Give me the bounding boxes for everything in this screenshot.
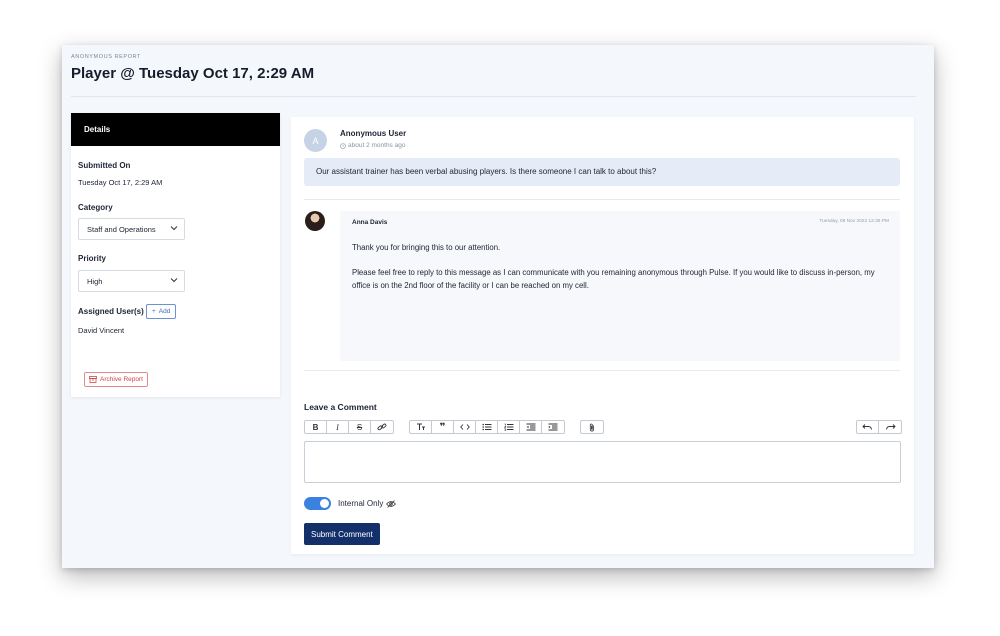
header-divider xyxy=(71,96,916,97)
redo-icon[interactable] xyxy=(879,421,901,433)
thread-divider xyxy=(304,199,900,200)
reply-avatar xyxy=(305,211,325,231)
details-panel: Details Submitted On Tuesday Oct 17, 2:2… xyxy=(71,113,280,397)
italic-icon[interactable]: I xyxy=(327,421,349,433)
indent-icon[interactable] xyxy=(542,421,564,433)
chevron-down-icon xyxy=(170,224,178,232)
format-group: B I S xyxy=(304,420,394,434)
priority-value: High xyxy=(87,277,103,286)
attach-group xyxy=(580,420,604,434)
reply-card: Anna Davis Tuesday, 08 Nov 2022 12:35 PM… xyxy=(340,211,900,361)
reply-paragraph: Please feel free to reply to this messag… xyxy=(352,268,875,290)
eye-off-icon xyxy=(386,499,397,508)
archive-report-label: Archive Report xyxy=(100,376,143,383)
internal-only-toggle[interactable] xyxy=(304,497,331,510)
report-window: ANONYMOUS REPORT Player @ Tuesday Oct 17… xyxy=(62,45,934,568)
internal-only-text: Internal Only xyxy=(338,499,384,508)
heading-icon[interactable] xyxy=(410,421,432,433)
outdent-icon[interactable] xyxy=(520,421,542,433)
submitted-on-value: Tuesday Oct 17, 2:29 AM xyxy=(78,178,163,187)
archive-icon xyxy=(89,376,97,383)
message-bubble: Our assistant trainer has been verbal ab… xyxy=(304,158,900,186)
comment-editor[interactable] xyxy=(304,441,901,483)
thread-panel: A Anonymous User about 2 months ago Our … xyxy=(291,117,914,554)
block-group: ❞ xyxy=(409,420,565,434)
paperclip-icon[interactable] xyxy=(581,421,603,433)
report-type-eyebrow: ANONYMOUS REPORT xyxy=(71,54,142,60)
submit-comment-button[interactable]: Submit Comment xyxy=(304,523,380,545)
history-group xyxy=(856,420,902,434)
submitted-on-label: Submitted On xyxy=(78,161,131,170)
plus-icon: + xyxy=(152,308,156,315)
message-time: about 2 months ago xyxy=(340,142,405,149)
link-icon[interactable] xyxy=(371,421,393,433)
strikethrough-icon[interactable]: S xyxy=(349,421,371,433)
page-title: Player @ Tuesday Oct 17, 2:29 AM xyxy=(71,65,315,82)
bullet-list-icon[interactable] xyxy=(476,421,498,433)
details-tab[interactable]: Details xyxy=(71,113,280,146)
quote-icon[interactable]: ❞ xyxy=(432,421,454,433)
code-icon[interactable] xyxy=(454,421,476,433)
priority-label: Priority xyxy=(78,254,107,263)
add-user-button[interactable]: + Add xyxy=(146,304,177,319)
internal-only-label: Internal Only xyxy=(338,499,397,508)
numbered-list-icon[interactable] xyxy=(498,421,520,433)
comment-divider xyxy=(304,370,900,371)
toggle-knob xyxy=(320,499,329,508)
assigned-users-label: Assigned User(s) xyxy=(78,307,144,316)
reply-author: Anna Davis xyxy=(352,219,388,226)
message-time-text: about 2 months ago xyxy=(348,142,406,149)
reply-date: Tuesday, 08 Nov 2022 12:35 PM xyxy=(819,219,889,224)
message-author: Anonymous User xyxy=(340,129,407,138)
chevron-down-icon xyxy=(170,276,178,284)
bold-icon[interactable]: B xyxy=(305,421,327,433)
editor-toolbar: B I S ❞ xyxy=(304,420,619,434)
priority-select[interactable]: High xyxy=(78,270,185,292)
leave-comment-title: Leave a Comment xyxy=(304,402,377,412)
assigned-user-name: David Vincent xyxy=(78,326,125,335)
history-toolbar xyxy=(856,420,902,434)
reply-paragraph: Thank you for bringing this to our atten… xyxy=(352,243,501,252)
archive-report-button[interactable]: Archive Report xyxy=(84,372,148,387)
category-label: Category xyxy=(78,203,113,212)
anonymous-avatar: A xyxy=(304,129,327,152)
add-user-label: Add xyxy=(158,308,171,315)
undo-icon[interactable] xyxy=(857,421,879,433)
category-select[interactable]: Staff and Operations xyxy=(78,218,185,240)
clock-icon xyxy=(340,142,346,149)
category-value: Staff and Operations xyxy=(87,225,156,234)
